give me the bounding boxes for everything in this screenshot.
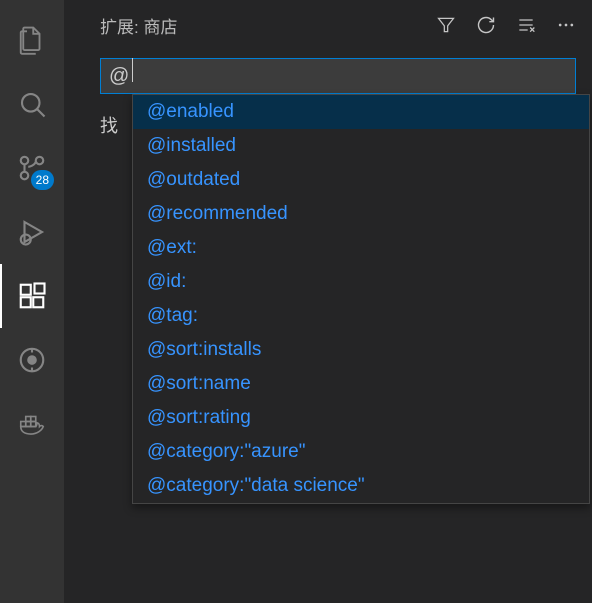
suggestion-item[interactable]: @sort:installs bbox=[133, 333, 589, 367]
suggestion-item[interactable]: @sort:name bbox=[133, 367, 589, 401]
activity-run-debug[interactable] bbox=[0, 200, 64, 264]
search-suggestions: @enabled@installed@outdated@recommended@… bbox=[132, 94, 590, 504]
activity-source-control[interactable]: 28 bbox=[0, 136, 64, 200]
suggestion-item[interactable]: @category:"azure" bbox=[133, 435, 589, 469]
suggestion-item[interactable]: @enabled bbox=[133, 95, 589, 129]
search-icon bbox=[17, 89, 47, 119]
remote-icon bbox=[17, 345, 47, 375]
clear-icon bbox=[516, 14, 536, 36]
activity-docker[interactable] bbox=[0, 392, 64, 456]
files-icon bbox=[17, 25, 47, 55]
activity-remote[interactable] bbox=[0, 328, 64, 392]
activity-bar: 28 bbox=[0, 0, 64, 603]
clear-button[interactable] bbox=[516, 15, 536, 35]
header-actions bbox=[436, 15, 576, 35]
suggestion-item[interactable]: @ext: bbox=[133, 231, 589, 265]
activity-search[interactable] bbox=[0, 72, 64, 136]
sidebar-header: 扩展: 商店 bbox=[64, 0, 592, 50]
refresh-button[interactable] bbox=[476, 15, 496, 35]
refresh-icon bbox=[476, 15, 496, 35]
activity-extensions[interactable] bbox=[0, 264, 64, 328]
filter-icon bbox=[436, 15, 456, 35]
filter-button[interactable] bbox=[436, 15, 456, 35]
suggestion-item[interactable]: @tag: bbox=[133, 299, 589, 333]
more-button[interactable] bbox=[556, 15, 576, 35]
suggestion-item[interactable]: @outdated bbox=[133, 163, 589, 197]
extensions-search-input[interactable] bbox=[100, 58, 576, 94]
extensions-icon bbox=[17, 281, 47, 311]
suggestion-item[interactable]: @id: bbox=[133, 265, 589, 299]
activity-explorer[interactable] bbox=[0, 8, 64, 72]
docker-icon bbox=[17, 409, 47, 439]
suggestion-item[interactable]: @installed bbox=[133, 129, 589, 163]
text-caret bbox=[132, 58, 133, 82]
scm-badge: 28 bbox=[31, 170, 54, 190]
suggestion-item[interactable]: @category:"data science" bbox=[133, 469, 589, 503]
suggestion-item[interactable]: @sort:rating bbox=[133, 401, 589, 435]
suggestion-item[interactable]: @recommended bbox=[133, 197, 589, 231]
more-icon bbox=[556, 15, 576, 35]
debug-icon bbox=[17, 217, 47, 247]
sidebar-title: 扩展: 商店 bbox=[100, 13, 436, 38]
